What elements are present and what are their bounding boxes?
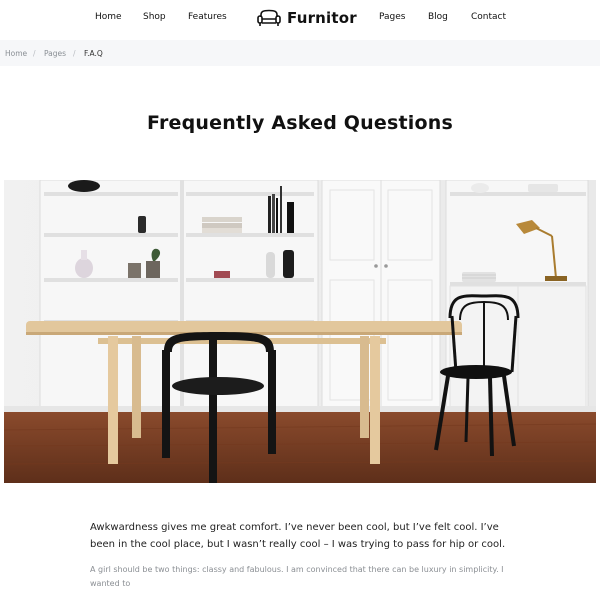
breadcrumb-separator: / (73, 49, 76, 58)
brand-logo[interactable]: Furnitor (257, 7, 357, 29)
breadcrumb-current: F.A.Q (84, 49, 103, 58)
site-header: Home Shop Features Furnitor Pages Blog C… (0, 0, 600, 38)
armchair-icon (257, 9, 281, 27)
nav-shop[interactable]: Shop (143, 12, 166, 22)
nav-pages[interactable]: Pages (379, 12, 405, 22)
brand-name: Furnitor (287, 9, 357, 27)
nav-contact[interactable]: Contact (471, 12, 506, 22)
nav-blog[interactable]: Blog (428, 12, 448, 22)
breadcrumb-home[interactable]: Home (5, 49, 27, 58)
page-title: Frequently Asked Questions (147, 112, 453, 134)
faq-body-text: A girl should be two things: classy and … (90, 565, 504, 588)
breadcrumb-pages[interactable]: Pages (44, 49, 66, 58)
breadcrumb-separator: / (33, 49, 36, 58)
nav-features[interactable]: Features (188, 12, 227, 22)
nav-home[interactable]: Home (95, 12, 122, 22)
hero-image (4, 180, 596, 483)
faq-lead-text: Awkwardness gives me great comfort. I’ve… (90, 522, 506, 550)
breadcrumb: Home / Pages / F.A.Q (0, 40, 600, 66)
